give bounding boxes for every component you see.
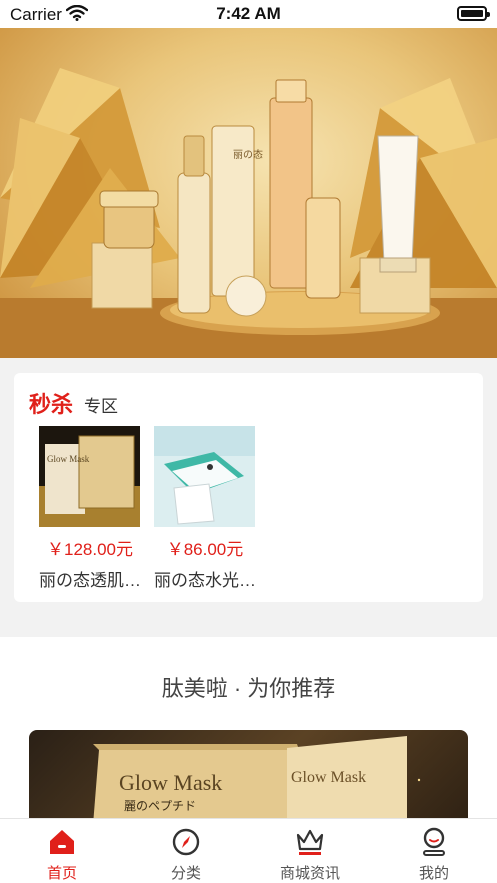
- product-image: [154, 426, 255, 527]
- product-image-text: Glow Mask: [47, 454, 90, 464]
- gold-fan-right: [350, 78, 497, 288]
- recommend-banner-text: Glow Mask: [119, 770, 222, 795]
- tab-mine[interactable]: 我的: [372, 819, 496, 883]
- tab-mall-news[interactable]: 商城资讯: [248, 819, 372, 883]
- flash-sale-card: 秒杀 专区 Glow Mask ￥128.00元 丽の态透肌… ￥86.00元 …: [14, 373, 483, 602]
- hero-banner[interactable]: 丽の态: [0, 28, 497, 358]
- product-price: ￥128.00元: [47, 540, 133, 559]
- flash-sale-title: 秒杀: [29, 392, 74, 417]
- product-name: 丽の态水光…: [154, 571, 256, 590]
- crown-icon: [296, 829, 324, 855]
- tab-home[interactable]: 首页: [0, 819, 124, 883]
- status-bar: Carrier 7:42 AM: [0, 0, 497, 28]
- flash-product-card[interactable]: Glow Mask ￥128.00元 丽の态透肌…: [39, 426, 141, 591]
- tab-label: 首页: [46, 865, 77, 882]
- banner-artwork: 丽の态: [0, 68, 497, 358]
- tab-category[interactable]: 分类: [124, 819, 248, 883]
- home-icon: [50, 830, 74, 854]
- product-name: 丽の态透肌…: [39, 571, 141, 590]
- compass-icon: [172, 828, 200, 856]
- product-price: ￥86.00元: [166, 540, 244, 559]
- gold-fan-left: [0, 68, 180, 288]
- recommend-banner-text-2: Glow Mask: [291, 769, 366, 786]
- recommend-banner-subtext: 麗のペプチド: [124, 799, 196, 813]
- clock: 7:42 AM: [216, 4, 281, 23]
- flash-sale-subtitle: 专区: [84, 397, 118, 416]
- recommend-title: 肽美啦 · 为你推荐: [161, 676, 336, 701]
- user-icon: [423, 827, 445, 856]
- tab-label: 我的: [418, 865, 449, 882]
- tab-label: 分类: [170, 865, 201, 882]
- tab-label: 商城资讯: [279, 865, 340, 882]
- battery-icon: [457, 6, 490, 21]
- product-image: Glow Mask: [39, 426, 140, 527]
- flash-product-card[interactable]: ￥86.00元 丽の态水光…: [154, 426, 256, 591]
- banner-brand-text: 丽の态: [233, 148, 263, 161]
- tab-bar: 首页 分类 商城资讯 我的: [0, 818, 497, 883]
- recommend-section: 肽美啦 · 为你推荐 Glow Mask 麗のペプチド Glow Mask: [0, 637, 497, 850]
